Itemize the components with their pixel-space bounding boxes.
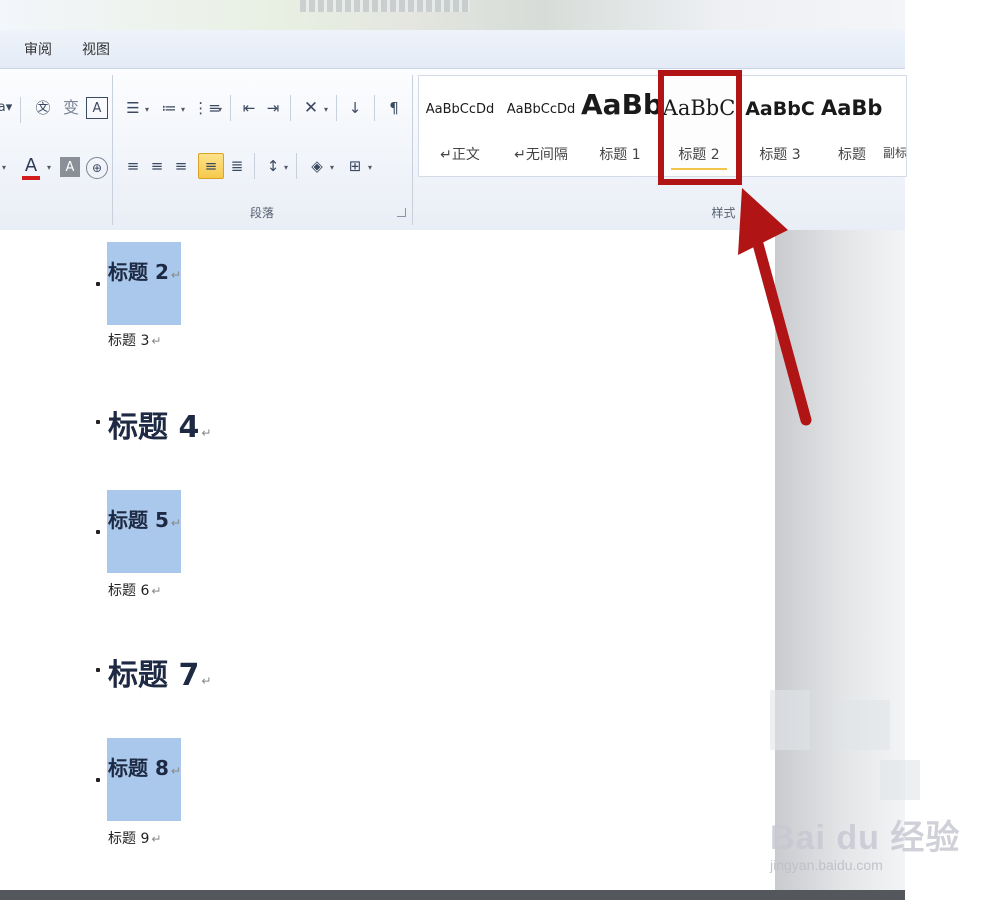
callout-arrow-icon	[738, 188, 812, 426]
baidu-watermark-logo: Bai du 经验	[770, 819, 961, 857]
baidu-watermark-url: jingyan.baidu.com	[770, 857, 883, 873]
